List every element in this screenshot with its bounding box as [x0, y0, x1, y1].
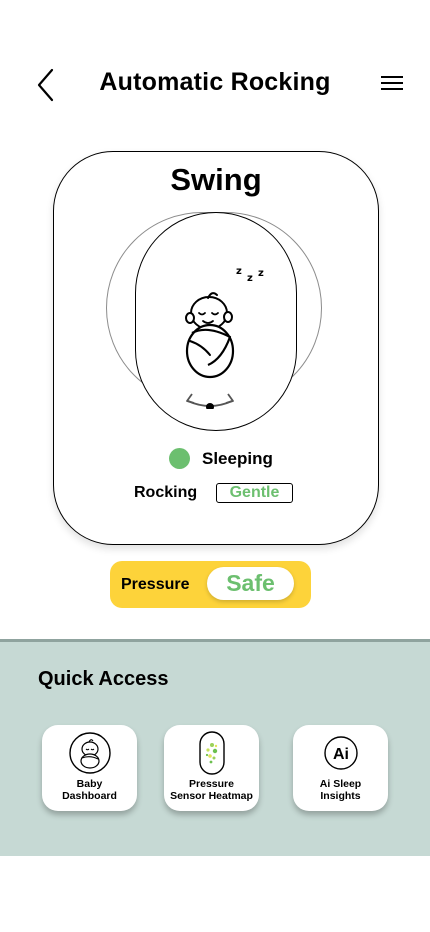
bassinet-illustration: z z z	[135, 212, 297, 431]
ai-badge-icon: Ai	[324, 736, 358, 770]
rocking-row: Rocking Gentle	[54, 483, 378, 505]
sleep-z-3: z	[258, 268, 264, 279]
quick-access-label: Ai Sleep Insights	[293, 778, 388, 802]
pressure-value-badge: Safe	[207, 567, 294, 600]
swing-title: Swing	[170, 162, 262, 197]
sleeping-baby-icon: z z z	[185, 266, 264, 409]
menu-button[interactable]	[380, 74, 404, 94]
sleep-z-1: z	[236, 266, 242, 277]
rocking-mode-selector[interactable]: Gentle	[216, 483, 293, 503]
heatmap-mattress-icon	[199, 731, 225, 775]
baby-face-icon	[69, 732, 111, 774]
ai-icon-text: Ai	[333, 746, 349, 763]
quick-access-panel: Quick Access Baby Dashboard Pressure Sen…	[0, 639, 430, 856]
hamburger-menu-icon	[381, 76, 403, 90]
page-title: Automatic Rocking	[99, 68, 331, 96]
quick-access-label-line: Sensor Heatmap	[170, 790, 253, 802]
pressure-label: Pressure	[121, 576, 190, 593]
status-indicator-dot	[169, 448, 190, 469]
quick-access-baby-dashboard[interactable]: Baby Dashboard	[42, 725, 137, 811]
sleep-status-row: Sleeping	[54, 447, 378, 471]
quick-access-label-line: Ai Sleep	[319, 778, 362, 790]
quick-access-label-line: Dashboard	[62, 790, 117, 802]
header: Automatic Rocking	[0, 62, 430, 106]
sleep-status-text: Sleeping	[202, 449, 273, 468]
quick-access-label: Pressure Sensor Heatmap	[164, 778, 259, 802]
quick-access-label-line: Pressure	[189, 778, 234, 790]
quick-access-pressure-heatmap[interactable]: Pressure Sensor Heatmap	[164, 725, 259, 811]
sleep-z-2: z	[247, 273, 253, 284]
swing-card: Swing z z z Sleeping Rocking Gentle	[53, 151, 379, 545]
quick-access-label-line: Insights	[320, 790, 361, 802]
quick-access-ai-sleep-insights[interactable]: Ai Ai Sleep Insights	[293, 725, 388, 811]
quick-access-label-line: Baby	[76, 778, 103, 790]
rocking-label: Rocking	[134, 484, 198, 501]
quick-access-title: Quick Access	[38, 668, 169, 690]
quick-access-label: Baby Dashboard	[42, 778, 137, 802]
pressure-status-pill: Pressure Safe	[110, 561, 311, 608]
